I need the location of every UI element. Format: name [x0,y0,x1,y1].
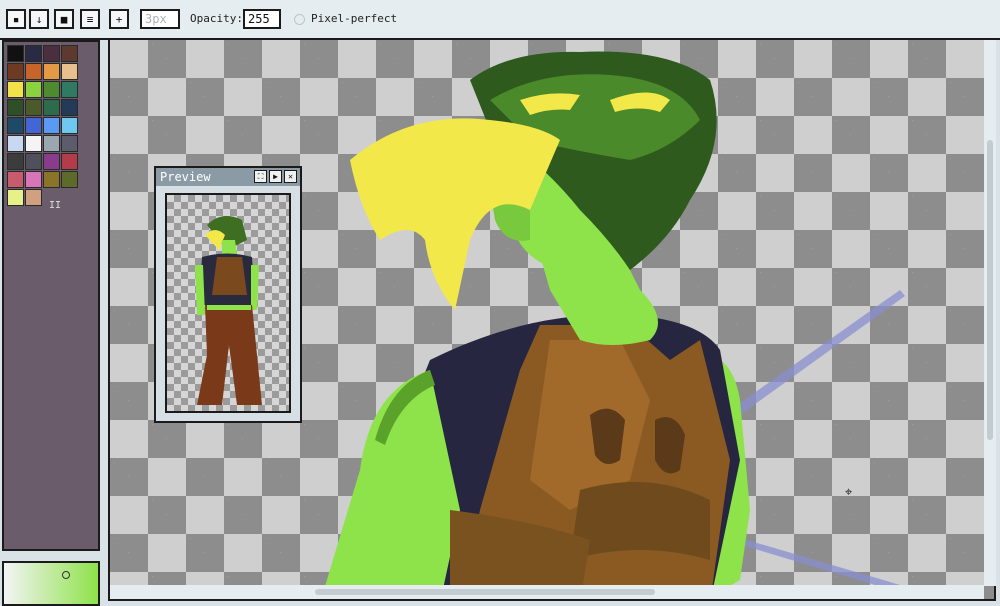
palette-swatch[interactable] [7,117,24,134]
palette-swatch[interactable] [7,153,24,170]
preview-image [165,193,291,413]
lock-icon[interactable]: ▪ [6,9,26,29]
pixel-perfect-checkbox[interactable] [294,14,305,25]
vertical-scroll-thumb[interactable] [987,140,993,440]
palette-swatch[interactable] [25,135,42,152]
palette-swatch[interactable] [7,171,24,188]
palette-swatch[interactable] [7,63,24,80]
palette-swatch[interactable] [61,99,78,116]
save-icon[interactable]: ■ [54,9,74,29]
palette-swatch[interactable] [61,45,78,62]
palette-swatch[interactable] [61,153,78,170]
palette-swatch[interactable] [43,45,60,62]
close-icon[interactable]: ✕ [284,170,297,183]
palette-swatch[interactable] [61,135,78,152]
palette-swatch[interactable] [25,45,42,62]
opacity-input[interactable]: 255 [243,9,281,29]
crosshair-cursor-icon: ⌖ [845,485,853,500]
preview-window[interactable]: Preview ⛶ ▶ ✕ [154,166,302,423]
brush-size-input[interactable]: 3px [140,9,180,29]
palette-swatch[interactable] [43,171,60,188]
horizontal-scrollbar[interactable] [110,585,984,599]
palette-swatch[interactable] [25,117,42,134]
palette-swatch[interactable] [43,117,60,134]
palette-swatch[interactable] [25,81,42,98]
palette-swatch[interactable] [43,135,60,152]
palette-swatch[interactable] [61,171,78,188]
palette-swatch[interactable] [25,189,42,206]
palette-swatch[interactable] [25,153,42,170]
palette-swatch[interactable] [25,63,42,80]
play-icon[interactable]: ▶ [269,170,282,183]
palette-swatch[interactable] [43,99,60,116]
palette-swatch[interactable] [61,63,78,80]
color-picker[interactable] [2,561,100,606]
palette-swatch[interactable] [43,153,60,170]
menu-icon[interactable]: ≡ [80,9,100,29]
horizontal-scroll-thumb[interactable] [315,589,655,595]
expand-icon[interactable]: ⛶ [254,170,267,183]
palette-swatch[interactable] [25,171,42,188]
palette-page-indicator[interactable]: II [49,200,61,211]
palette-swatch[interactable] [7,189,24,206]
add-icon[interactable]: + [109,9,129,29]
palette-swatch[interactable] [25,99,42,116]
pixel-perfect-label: Pixel-perfect [311,12,398,25]
palette-swatch[interactable] [61,117,78,134]
vertical-scrollbar[interactable] [984,40,996,586]
palette-swatch[interactable] [7,99,24,116]
palette-swatch[interactable] [7,135,24,152]
palette-swatch[interactable] [7,45,24,62]
top-toolbar: ▪ ↓ ■ ≡ + 3px Opacity: 255 Pixel-perfect [0,0,1000,40]
preview-figure [195,216,262,405]
palette-swatch[interactable] [61,81,78,98]
color-picker-handle[interactable] [62,571,70,579]
download-icon[interactable]: ↓ [29,9,49,29]
palette-swatch[interactable] [43,63,60,80]
palette-panel: II [2,40,100,551]
palette-swatch[interactable] [43,81,60,98]
opacity-label: Opacity: [190,12,243,25]
palette-swatch[interactable] [7,81,24,98]
